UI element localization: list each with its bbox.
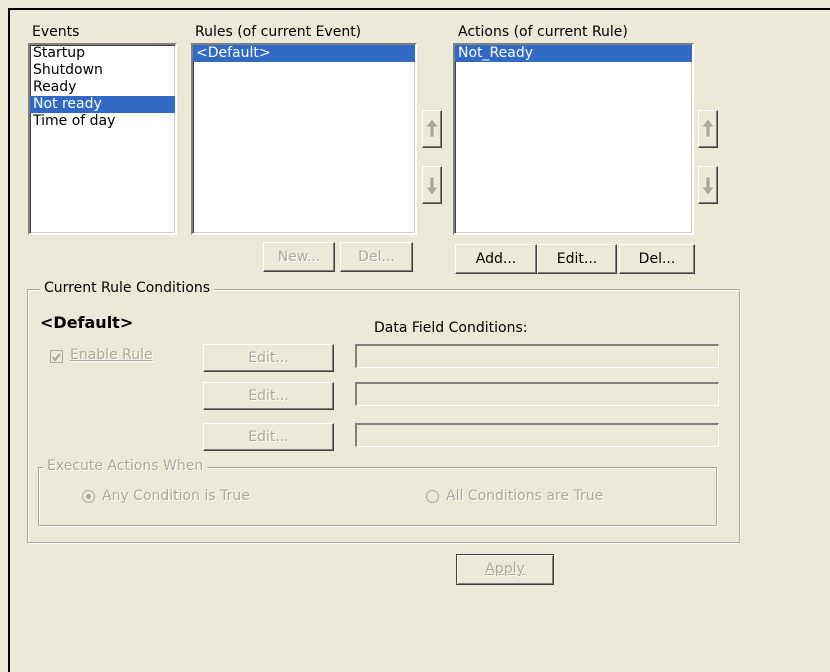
action-item-not-ready[interactable]: Not_Ready bbox=[455, 45, 692, 62]
rule-new-button[interactable]: New... bbox=[263, 242, 335, 272]
current-rule-conditions-title: Current Rule Conditions bbox=[40, 280, 215, 296]
condition-field-3[interactable] bbox=[355, 423, 719, 447]
rule-move-up-button[interactable] bbox=[422, 110, 442, 148]
down-arrow-icon bbox=[425, 176, 439, 196]
apply-button[interactable]: Apply bbox=[456, 554, 554, 585]
condition-field-2[interactable] bbox=[355, 382, 719, 406]
action-del-button[interactable]: Del... bbox=[619, 244, 695, 274]
enable-rule-label: Enable Rule bbox=[70, 347, 153, 363]
actions-listbox[interactable]: Not_Ready bbox=[453, 43, 694, 235]
checkmark-icon bbox=[52, 353, 61, 362]
dialog-frame: Events Startup Shutdown Ready Not ready … bbox=[8, 8, 830, 672]
actions-label: Actions (of current Rule) bbox=[458, 24, 628, 40]
event-item-startup[interactable]: Startup bbox=[30, 45, 175, 62]
enable-rule-text: Enable Rule bbox=[70, 347, 153, 363]
condition-edit-button-1[interactable]: Edit... bbox=[203, 344, 334, 372]
event-item-time-of-day[interactable]: Time of day bbox=[30, 113, 175, 130]
condition-field-1[interactable] bbox=[355, 344, 719, 368]
rules-label: Rules (of current Event) bbox=[195, 24, 362, 40]
rules-listbox[interactable]: <Default> bbox=[191, 43, 417, 235]
current-rule-name: <Default> bbox=[40, 313, 134, 332]
rule-del-button[interactable]: Del... bbox=[340, 242, 413, 272]
event-item-ready[interactable]: Ready bbox=[30, 79, 175, 96]
action-move-up-button[interactable] bbox=[698, 110, 718, 148]
any-condition-radio[interactable] bbox=[82, 490, 95, 503]
enable-rule-checkbox[interactable] bbox=[50, 350, 63, 363]
action-add-button[interactable]: Add... bbox=[455, 244, 537, 274]
action-edit-button[interactable]: Edit... bbox=[537, 244, 617, 274]
data-field-conditions-label: Data Field Conditions: bbox=[374, 320, 528, 336]
down-arrow-icon bbox=[701, 176, 715, 196]
all-conditions-radio[interactable] bbox=[426, 490, 439, 503]
condition-edit-button-2[interactable]: Edit... bbox=[203, 382, 334, 410]
all-conditions-label: All Conditions are True bbox=[446, 488, 604, 504]
events-listbox[interactable]: Startup Shutdown Ready Not ready Time of… bbox=[28, 43, 177, 235]
condition-edit-button-3[interactable]: Edit... bbox=[203, 423, 334, 451]
action-move-down-button[interactable] bbox=[698, 166, 718, 204]
any-condition-label: Any Condition is True bbox=[102, 488, 250, 504]
rule-move-down-button[interactable] bbox=[422, 166, 442, 204]
rule-item-default[interactable]: <Default> bbox=[193, 45, 415, 62]
up-arrow-icon bbox=[425, 118, 439, 138]
execute-actions-title: Execute Actions When bbox=[43, 458, 208, 474]
radio-dot-icon bbox=[86, 494, 91, 499]
events-label: Events bbox=[32, 24, 80, 40]
apply-label: Apply bbox=[485, 561, 525, 577]
event-item-shutdown[interactable]: Shutdown bbox=[30, 62, 175, 79]
up-arrow-icon bbox=[701, 118, 715, 138]
event-item-not-ready[interactable]: Not ready bbox=[30, 96, 175, 113]
